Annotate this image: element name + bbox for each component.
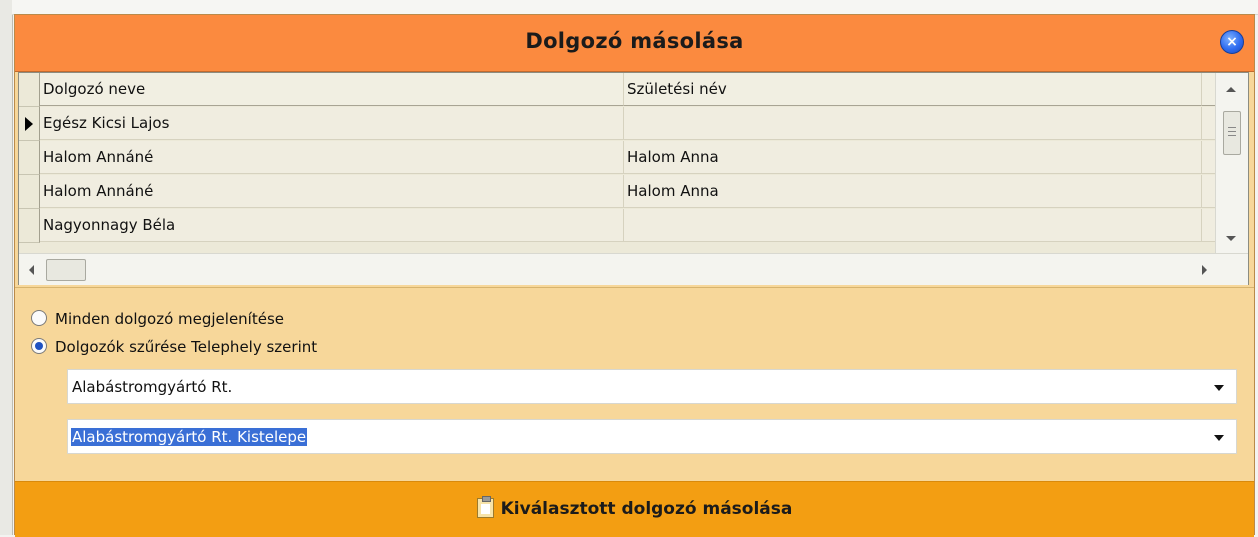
chevron-down-icon[interactable] (1214, 385, 1224, 391)
table-row[interactable]: Egész Kicsi Lajos (19, 107, 1216, 141)
filter-panel: Minden dolgozó megjelenítése Dolgozók sz… (15, 287, 1254, 480)
table-row[interactable]: Halom Annáné Halom Anna (19, 141, 1216, 175)
vertical-scroll-thumb[interactable] (1223, 111, 1241, 155)
cell-name[interactable]: Nagyonnagy Béla (40, 209, 624, 242)
vertical-scrollbar[interactable] (1215, 73, 1248, 253)
current-row-icon (25, 117, 33, 131)
copy-selected-employee-button[interactable]: Kiválasztott dolgozó másolása (15, 481, 1254, 537)
copy-employee-dialog: Dolgozó másolása × Dolgozó neve Születés… (14, 14, 1255, 537)
scroll-down-icon[interactable] (1226, 236, 1236, 241)
row-selector[interactable] (19, 107, 40, 141)
cell-extra[interactable] (1202, 209, 1216, 242)
radio-filter-site-label[interactable]: Dolgozók szűrése Telephely szerint (55, 336, 317, 358)
site-select[interactable]: Alabástromgyártó Rt. Kistelepe (67, 419, 1237, 454)
scroll-right-icon[interactable] (1202, 265, 1207, 275)
cell-name[interactable]: Halom Annáné (40, 141, 624, 174)
cell-birth-name[interactable]: Halom Anna (624, 175, 1202, 208)
company-select[interactable]: Alabástromgyártó Rt. (67, 369, 1237, 404)
copy-button-label: Kiválasztott dolgozó másolása (500, 499, 793, 519)
column-header-name[interactable]: Dolgozó neve (40, 73, 624, 106)
clipboard-icon (476, 496, 494, 518)
cell-name[interactable]: Halom Annáné (40, 175, 624, 208)
background-window-edge (0, 0, 13, 535)
scroll-up-icon[interactable] (1226, 87, 1236, 92)
table-row[interactable]: Nagyonnagy Béla (19, 209, 1216, 243)
grid-body: Dolgozó neve Születési név Egész Kicsi L… (19, 73, 1216, 253)
site-select-value: Alabástromgyártó Rt. Kistelepe (71, 428, 308, 446)
cell-name[interactable]: Egész Kicsi Lajos (40, 107, 624, 140)
scroll-left-icon[interactable] (29, 265, 34, 275)
cell-birth-name[interactable] (624, 209, 1202, 242)
background-window-top (12, 0, 1258, 15)
horizontal-scrollbar[interactable] (19, 253, 1248, 285)
row-selector[interactable] (19, 175, 40, 209)
company-select-value: Alabástromgyártó Rt. (72, 378, 233, 396)
radio-show-all-label[interactable]: Minden dolgozó megjelenítése (55, 308, 284, 330)
row-selector[interactable] (19, 141, 40, 175)
dialog-titlebar: Dolgozó másolása × (15, 15, 1254, 72)
header-corner (19, 73, 40, 107)
column-header-truncated[interactable] (1202, 73, 1216, 106)
copy-button-content: Kiválasztott dolgozó másolása (15, 496, 1254, 519)
employee-grid[interactable]: Dolgozó neve Születési név Egész Kicsi L… (18, 72, 1249, 285)
chevron-down-icon[interactable] (1214, 435, 1224, 441)
cell-extra[interactable] (1202, 107, 1216, 140)
cell-extra[interactable] (1202, 141, 1216, 174)
cell-birth-name[interactable] (624, 107, 1202, 140)
radio-show-all-button[interactable] (31, 310, 47, 326)
close-icon[interactable]: × (1220, 30, 1244, 54)
table-row[interactable]: Halom Annáné Halom Anna (19, 175, 1216, 209)
cell-birth-name[interactable]: Halom Anna (624, 141, 1202, 174)
horizontal-scroll-thumb[interactable] (46, 259, 86, 281)
cell-extra[interactable] (1202, 175, 1216, 208)
row-selector[interactable] (19, 209, 40, 243)
column-header-birth-name[interactable]: Születési név (624, 73, 1202, 106)
dialog-title: Dolgozó másolása (525, 29, 744, 53)
grid-header-row: Dolgozó neve Születési név (19, 73, 1216, 107)
radio-filter-site-button[interactable] (31, 338, 47, 354)
